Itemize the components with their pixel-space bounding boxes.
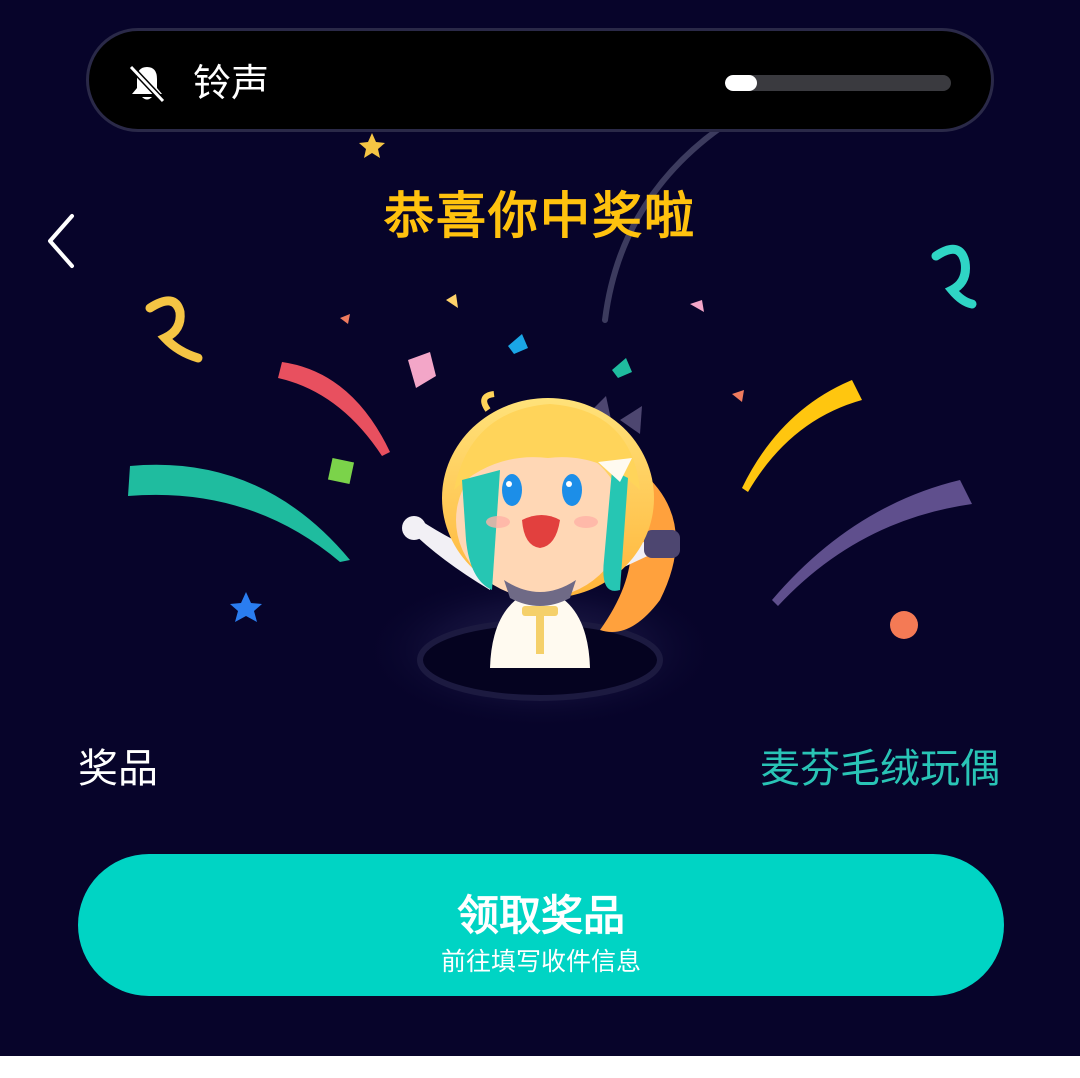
star-yellow: [359, 133, 385, 158]
confetti-green: [327, 457, 355, 485]
confetti-yellow: [446, 294, 458, 308]
confetti-pink-2: [690, 300, 704, 312]
confetti-orange-2: [732, 390, 744, 402]
volume-slider-fill: [725, 75, 757, 91]
ribbon-red: [278, 362, 390, 456]
claim-button-title: 领取奖品: [456, 891, 625, 940]
confetti-teal: [612, 358, 632, 378]
ringtone-label: 铃声: [193, 61, 270, 105]
ribbon-purple: [772, 480, 972, 606]
squiggle-teal: [931, 244, 977, 309]
squiggle-yellow: [145, 296, 203, 363]
bell-muted-icon[interactable]: [125, 61, 169, 105]
claim-prize-button[interactable]: 领取奖品 前往填写收件信息: [78, 854, 1004, 996]
prize-screen: 铃声 恭喜你中奖啦 奖品 麦芬毛绒玩偶 领取奖品 前往填写收件信息: [0, 0, 1080, 1056]
claim-button-subtitle: 前往填写收件信息: [440, 947, 641, 976]
volume-slider[interactable]: [725, 75, 951, 91]
confetti-pink: [408, 352, 436, 388]
prize-label: 奖品: [78, 746, 158, 792]
prize-name: 麦芬毛绒玩偶: [760, 746, 1000, 792]
confetti-dot: [890, 611, 918, 639]
confetti-orange: [340, 314, 350, 324]
volume-overlay: 铃声: [86, 28, 994, 132]
star-blue: [230, 592, 262, 622]
confetti-blue: [508, 334, 528, 354]
page-title: 恭喜你中奖啦: [384, 187, 696, 245]
ribbon-green: [128, 464, 350, 562]
ribbon-yellow: [742, 380, 862, 492]
